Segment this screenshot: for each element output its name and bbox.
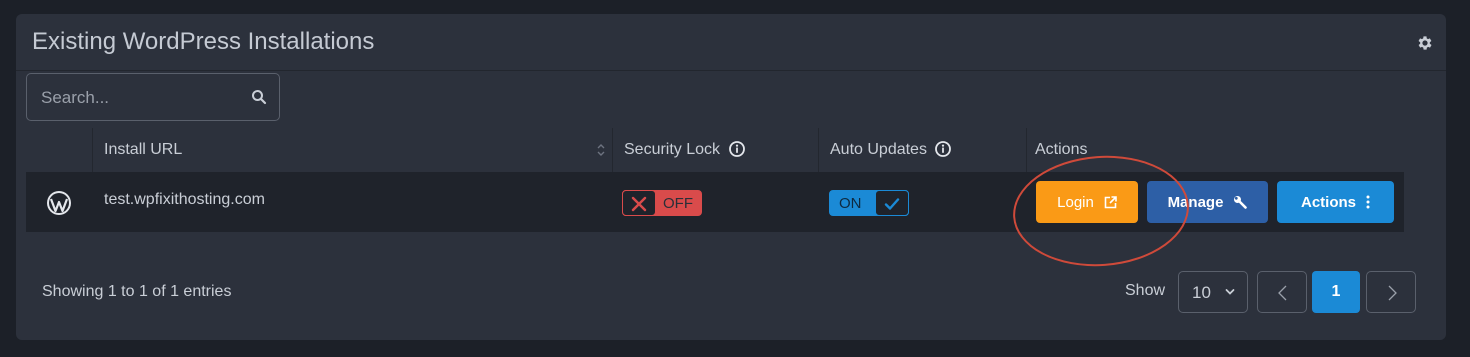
table-row: test.wpfixithosting.com OFF ON Login Man… [26,172,1404,232]
install-url-link[interactable]: test.wpfixithosting.com [104,191,265,209]
wordpress-icon [47,191,71,215]
sort-icon[interactable] [596,143,606,157]
next-page-button[interactable] [1366,271,1416,313]
column-header-label: Actions [1035,141,1088,158]
wrench-icon [1234,196,1248,209]
column-header-label: Auto Updates [830,141,927,158]
table-header: Install URL Security Lock Auto Updates A… [26,128,1404,172]
actions-menu-button[interactable]: Actions [1277,181,1394,223]
close-icon [631,196,647,212]
column-header-auto-updates: Auto Updates [818,128,1035,172]
page-length-select[interactable]: 10 [1178,271,1248,313]
chevron-left-icon [1278,285,1287,301]
gear-icon[interactable] [1416,34,1434,52]
search-box[interactable] [26,73,280,121]
previous-page-button[interactable] [1257,271,1307,313]
toggle-knob [622,190,656,216]
toggle-knob [875,190,909,216]
column-header-label: Security Lock [624,141,721,158]
check-icon [884,198,900,210]
chevron-right-icon [1388,285,1397,301]
ellipsis-vertical-icon [1366,195,1370,209]
page-length-value: 10 [1192,283,1211,302]
info-icon[interactable] [935,141,952,157]
security-lock-toggle[interactable]: OFF [622,190,702,216]
info-icon[interactable] [728,141,745,157]
auto-updates-toggle[interactable]: ON [829,190,909,216]
column-header-install-url[interactable]: Install URL [104,128,614,172]
search-input[interactable] [39,84,243,112]
search-icon[interactable] [251,89,267,105]
panel-header: Existing WordPress Installations [16,14,1446,71]
toggle-label: OFF [663,195,693,212]
page-number-current[interactable]: 1 [1312,271,1360,313]
actions-button-label: Actions [1300,193,1356,211]
column-header-security-lock: Security Lock [612,128,829,172]
show-label: Show [1125,282,1166,299]
toggle-label: ON [839,195,862,212]
entries-info: Showing 1 to 1 of 1 entries [42,283,232,300]
chevron-down-icon [1225,289,1235,295]
panel-title: Existing WordPress Installations [32,28,375,55]
column-header-label: Install URL [104,141,183,158]
column-header-icon [92,128,93,172]
